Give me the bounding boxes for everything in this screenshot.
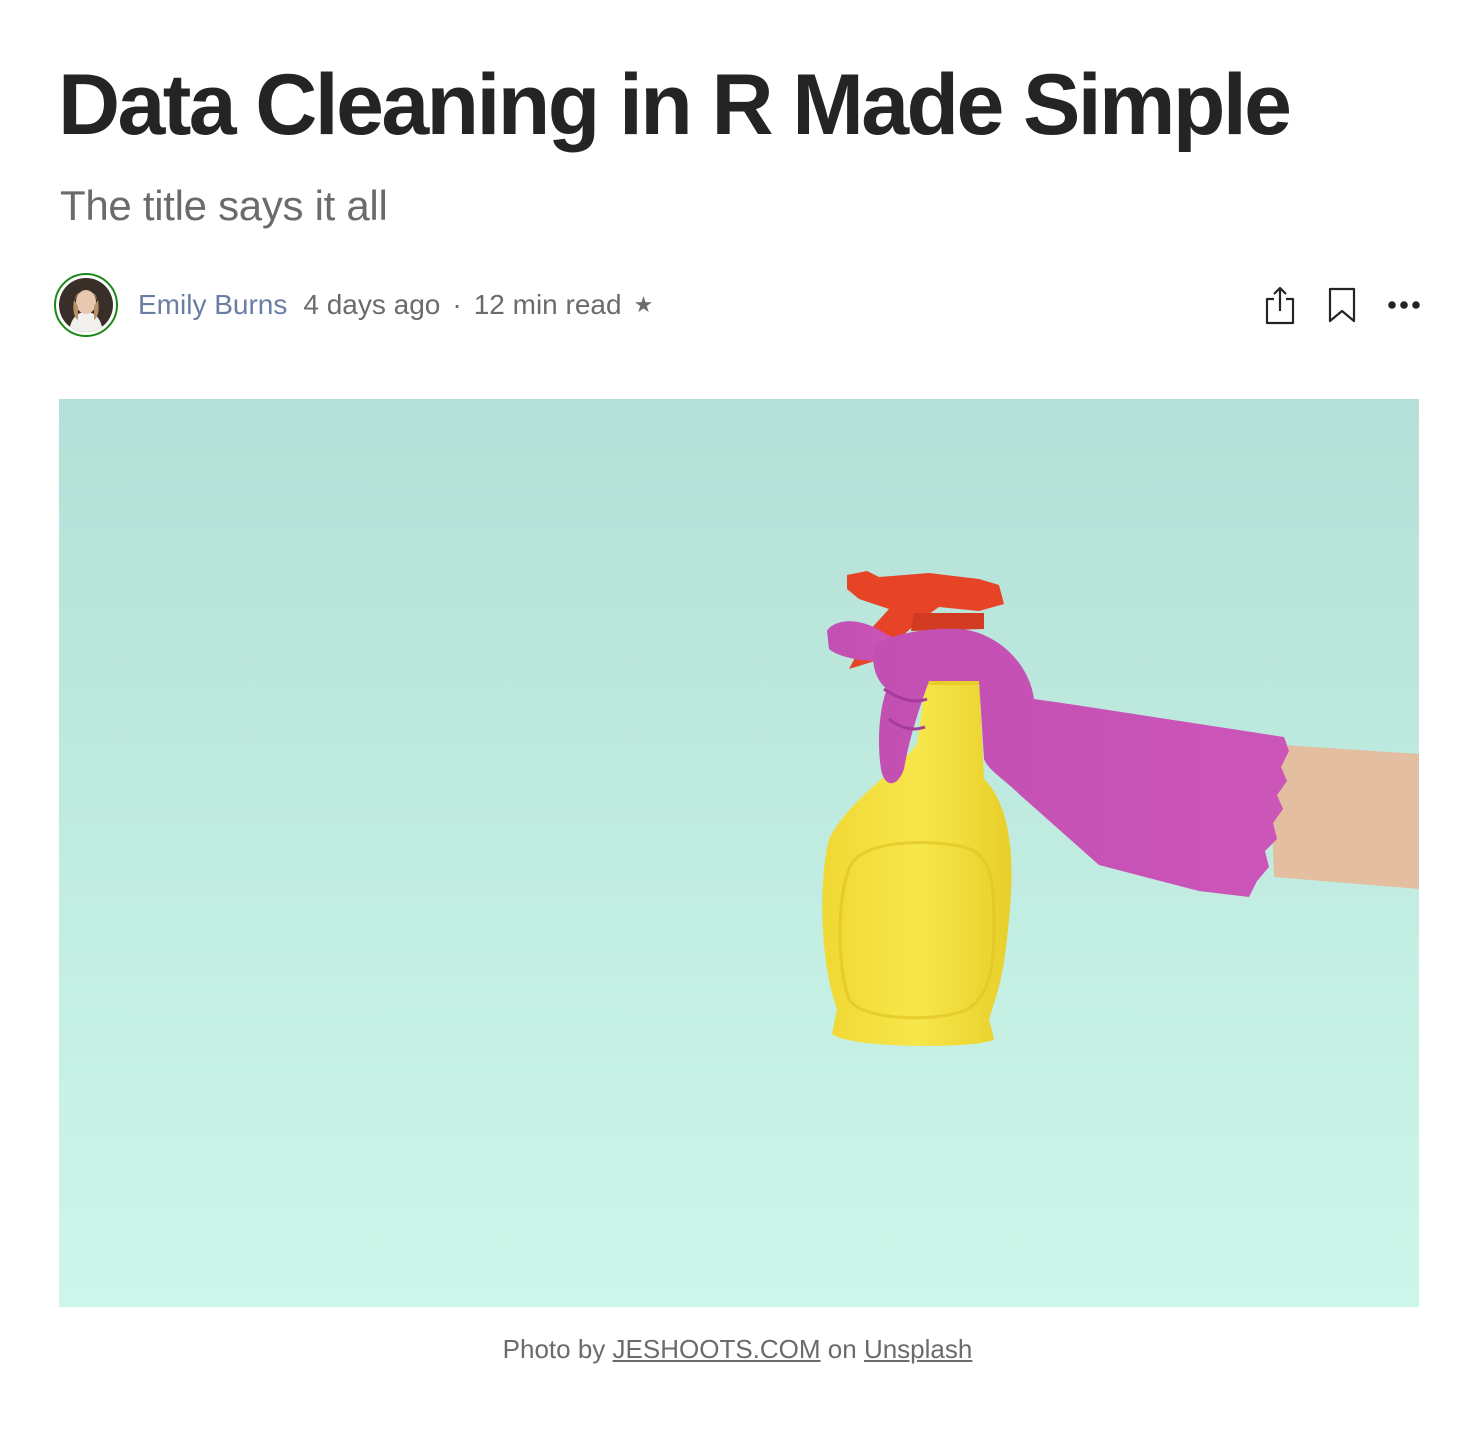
article-title: Data Cleaning in R Made Simple [58, 57, 1292, 153]
bookmark-icon [1328, 287, 1356, 323]
read-time: 12 min read [473, 289, 622, 320]
publish-date: 4 days ago [303, 289, 441, 320]
avatar [59, 278, 113, 332]
spray-bottle-photo [59, 399, 1419, 1307]
author-avatar-link[interactable] [54, 273, 118, 337]
photographer-link[interactable]: JESHOOTS.COM [613, 1334, 821, 1364]
caption-middle: on [827, 1334, 857, 1364]
byline: Emily Burns 4 days ago · 12 min read ★ [54, 270, 1424, 340]
unsplash-link[interactable]: Unsplash [864, 1334, 972, 1364]
more-icon [1388, 301, 1420, 309]
author-name-link[interactable]: Emily Burns [138, 289, 287, 321]
meta-separator: · [452, 289, 462, 320]
image-caption: Photo by JESHOOTS.COM on Unsplash [0, 1334, 1475, 1365]
share-icon [1265, 286, 1295, 325]
article-actions [1260, 284, 1424, 326]
hero-image [59, 399, 1419, 1307]
bookmark-button[interactable] [1322, 284, 1362, 326]
member-star-icon: ★ [633, 292, 654, 317]
caption-prefix: Photo by [502, 1334, 606, 1364]
article-subtitle: The title says it all [60, 182, 388, 229]
share-button[interactable] [1260, 284, 1300, 326]
more-button[interactable] [1384, 284, 1424, 326]
